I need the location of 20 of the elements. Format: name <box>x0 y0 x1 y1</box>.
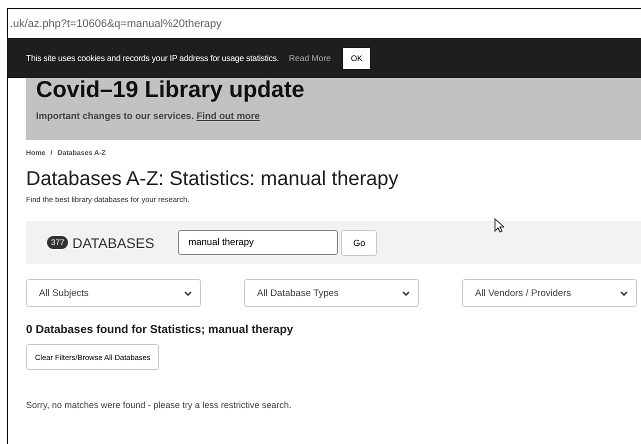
filter-dropdown[interactable]: All Vendors / Providers <box>462 279 637 307</box>
chevron-icon <box>620 290 628 296</box>
chevron-icon <box>184 290 192 296</box>
go-button[interactable]: Go <box>341 230 378 256</box>
no-results-message: Sorry, no matches were found - please try a less restrictive search. <box>26 400 292 410</box>
read-more-link[interactable]: Read More <box>288 53 331 63</box>
search-field[interactable]: manual therapy <box>178 230 338 255</box>
filter-dropdown[interactable]: All Subjects <box>26 279 201 307</box>
address-bar[interactable]: .uk/az.php?t=10606&q=manual%20therapy <box>8 9 641 38</box>
chevron-icon <box>402 290 410 296</box>
filter-dropdown[interactable]: All Database Types <box>244 279 419 307</box>
page-title: Databases A-Z: Statistics: manual therapy <box>26 168 400 191</box>
ok-button[interactable]: OK <box>342 48 370 68</box>
cookie-message: This site uses cookies and records your IP address for usage statistics. <box>26 53 279 63</box>
banner-text: Important changes to our services. Find out more <box>36 111 261 122</box>
count-badge: 377 <box>47 236 68 249</box>
results-heading: 0 Databases found for Statistics; manual therapy <box>26 324 294 336</box>
pointer-icon <box>494 218 504 233</box>
banner-title: Covid–19 Library update <box>36 76 306 103</box>
databases-label: DATABASES <box>72 234 154 250</box>
